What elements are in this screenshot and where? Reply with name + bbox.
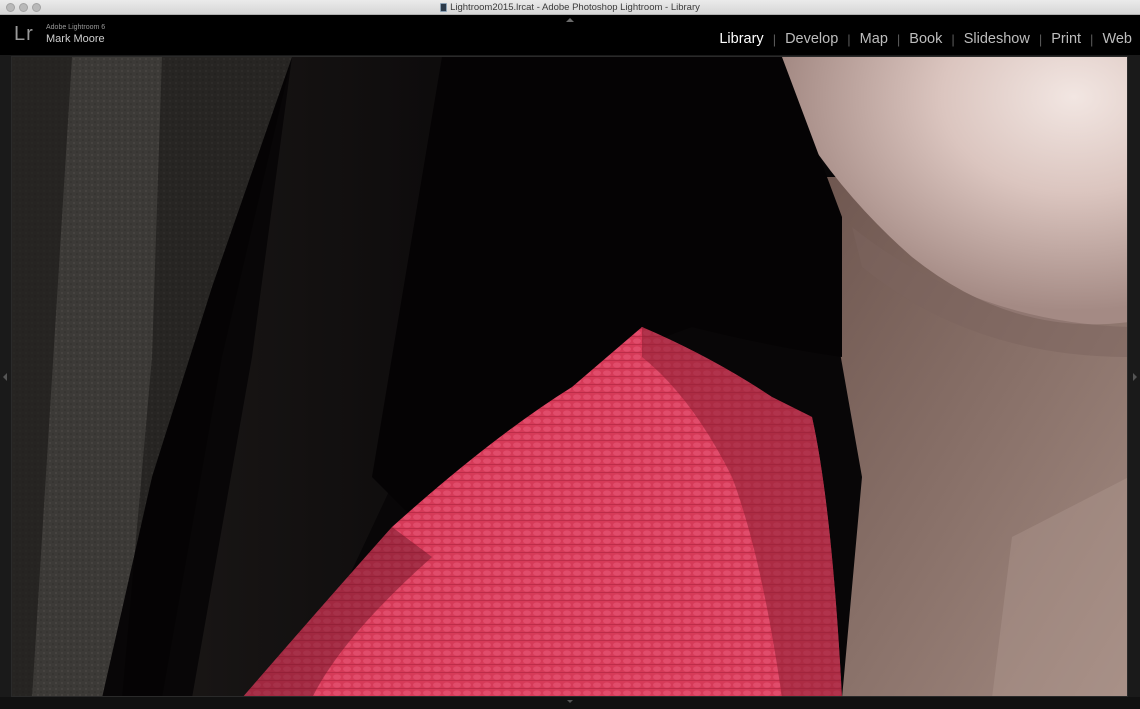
lr-logo: Lr <box>14 23 34 45</box>
module-separator: | <box>772 31 777 47</box>
module-separator: | <box>1090 31 1094 47</box>
panel-collapse-top-icon[interactable] <box>566 18 574 22</box>
photo-preview[interactable] <box>11 56 1128 697</box>
user-name: Mark Moore <box>46 33 105 45</box>
module-library[interactable]: Library <box>719 31 763 47</box>
loupe-view <box>0 55 1140 709</box>
module-slideshow[interactable]: Slideshow <box>964 31 1030 47</box>
module-book[interactable]: Book <box>909 31 942 47</box>
module-separator: | <box>896 31 901 47</box>
module-separator: | <box>951 31 955 47</box>
photo-image <box>12 57 1127 696</box>
module-map[interactable]: Map <box>860 31 888 47</box>
panel-collapse-right-icon[interactable] <box>1133 373 1137 381</box>
window-title: Lightroom2015.lrcat - Adobe Photoshop Li… <box>450 2 700 13</box>
panel-collapse-left-icon[interactable] <box>3 373 7 381</box>
module-separator: | <box>1038 31 1043 47</box>
module-print[interactable]: Print <box>1051 31 1081 47</box>
identity-plate-bar: Lr Adobe Lightroom 6 Mark Moore Library … <box>0 15 1140 55</box>
lightroom-window: Lightroom2015.lrcat - Adobe Photoshop Li… <box>0 0 1140 709</box>
module-separator: | <box>847 31 851 47</box>
module-develop[interactable]: Develop <box>785 31 838 47</box>
product-name: Adobe Lightroom 6 <box>46 24 106 31</box>
module-picker: Library | Develop | Map | Book | Slidesh… <box>719 31 1132 47</box>
module-web[interactable]: Web <box>1102 31 1132 47</box>
document-icon <box>440 3 448 12</box>
bottom-panel-strip <box>0 697 1140 709</box>
panel-collapse-bottom-icon[interactable] <box>567 700 573 703</box>
title-bar: Lightroom2015.lrcat - Adobe Photoshop Li… <box>0 0 1140 15</box>
window-title-group: Lightroom2015.lrcat - Adobe Photoshop Li… <box>0 0 1140 15</box>
